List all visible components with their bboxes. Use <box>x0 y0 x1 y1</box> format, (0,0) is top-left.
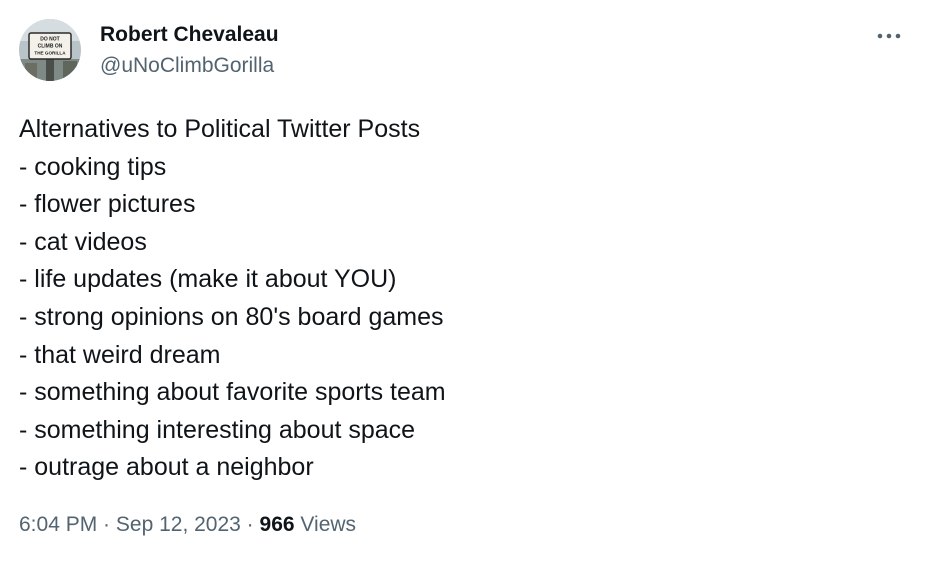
avatar-image: DO NOT CLIMB ON THE GORILLA <box>19 19 81 81</box>
tweet-line: - flower pictures <box>19 190 196 219</box>
tweet-text: Alternatives to Political Twitter Posts … <box>19 111 899 487</box>
tweet-time: 6:04 PM <box>19 513 98 536</box>
user-info: Robert Chevaleau @uNoClimbGorilla <box>100 22 279 79</box>
tweet-line: - something interesting about space <box>19 415 416 444</box>
views-label[interactable]: Views <box>300 513 356 536</box>
views-count[interactable]: 966 <box>260 513 295 536</box>
tweet-line: - outrage about a neighbor <box>19 453 314 482</box>
tweet-line: - that weird dream <box>19 340 221 369</box>
avatar-sign-line-1: DO NOT <box>40 37 59 43</box>
more-options-button[interactable] <box>875 26 903 46</box>
avatar[interactable]: DO NOT CLIMB ON THE GORILLA <box>19 19 81 81</box>
tweet-line: - cat videos <box>19 227 147 256</box>
avatar-sign-line-2: CLIMB ON <box>38 44 63 50</box>
timestamp-link[interactable]: 6:04 PM · Sep 12, 2023 <box>19 513 241 536</box>
tweet-card: DO NOT CLIMB ON THE GORILLA Robert Cheva… <box>0 0 927 564</box>
tweet-line: - cooking tips <box>19 152 167 181</box>
meta-separator: · <box>240 513 260 536</box>
tweet-metadata: 6:04 PM · Sep 12, 2023 · 966 Views <box>19 511 356 539</box>
more-horizontal-icon <box>877 33 901 39</box>
display-name[interactable]: Robert Chevaleau <box>100 22 279 48</box>
tweet-date: Sep 12, 2023 <box>115 513 241 536</box>
tweet-line: - strong opinions on 80's board games <box>19 302 444 331</box>
meta-separator: · <box>97 513 116 536</box>
tweet-line: - something about favorite sports team <box>19 378 446 407</box>
tweet-line-heading: Alternatives to Political Twitter Posts <box>19 115 421 143</box>
tweet-line: - life updates (make it about YOU) <box>19 265 397 294</box>
avatar-sign-line-3: THE GORILLA <box>34 51 66 56</box>
user-handle[interactable]: @uNoClimbGorilla <box>100 53 279 79</box>
